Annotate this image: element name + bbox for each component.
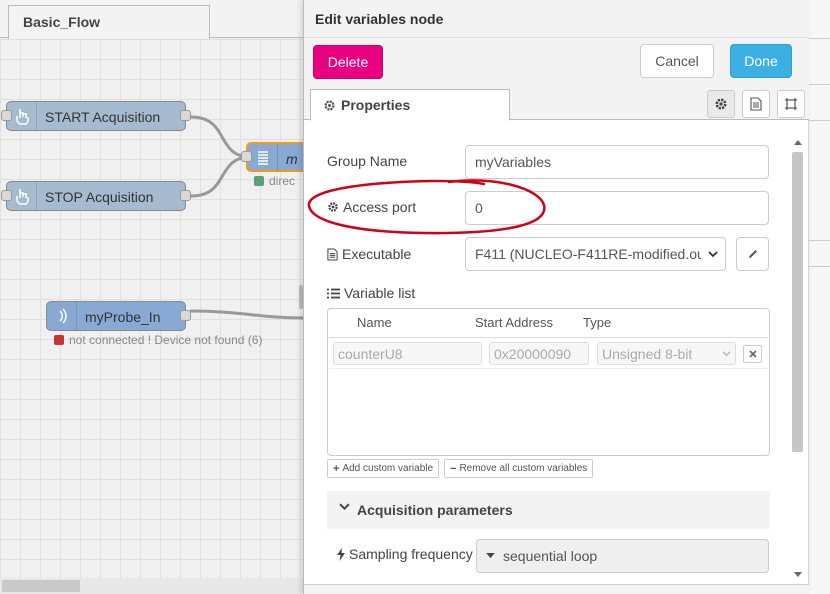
stop-node-label: STOP Acquisition (45, 189, 154, 205)
chevron-down-icon (708, 251, 718, 258)
variables-status-text: direc (269, 174, 296, 188)
group-name-label-text: Group Name (327, 153, 408, 169)
cancel-button[interactable]: Cancel (640, 44, 714, 78)
tab-basic-flow[interactable]: Basic_Flow (8, 5, 210, 39)
start-node-output-port[interactable] (180, 110, 191, 121)
start-node-input-port[interactable] (1, 110, 12, 121)
probe-node-label: myProbe_In (85, 309, 161, 325)
sampling-frequency-label-text: Sampling frequency (349, 546, 473, 562)
probe-status-dot (54, 335, 64, 345)
probe-status-text: not connected ! Device not found (6) (69, 333, 263, 347)
variable-name-input[interactable]: counterU8 (333, 342, 482, 365)
stop-node-output-port[interactable] (180, 190, 191, 201)
column-header-start-address: Start Address (475, 315, 554, 330)
variable-list-label: Variable list (327, 285, 415, 301)
sampling-frequency-select[interactable]: sequential loop (476, 539, 769, 573)
vertical-scroll-thumb[interactable] (792, 152, 803, 452)
variable-list-label-text: Variable list (344, 285, 416, 301)
executable-select[interactable]: F411 (NUCLEO-F411RE-modified.out) (465, 237, 726, 271)
tab-properties[interactable]: Properties (310, 89, 510, 121)
column-header-type: Type (583, 315, 612, 330)
divider (809, 240, 830, 241)
variable-type-value: Unsigned 8-bit (602, 345, 693, 362)
settings-tab-button[interactable] (707, 90, 735, 118)
gear-icon (715, 98, 727, 110)
tab-label: Basic_Flow (23, 14, 101, 30)
description-tab-button[interactable] (742, 90, 770, 118)
chevron-down-icon (722, 351, 731, 357)
minus-icon: − (450, 462, 457, 475)
bolt-icon (337, 547, 345, 561)
executable-label-text: Executable (342, 246, 412, 262)
executable-select-value: F411 (NUCLEO-F411RE-modified.out) (475, 246, 701, 262)
list-icon (248, 144, 278, 172)
scroll-down-icon[interactable] (794, 572, 802, 577)
close-icon (748, 350, 757, 358)
start-node-label: START Acquisition (45, 109, 161, 125)
editor-header: Edit variables node (304, 0, 809, 38)
list-icon (327, 288, 340, 298)
stop-acquisition-node[interactable]: STOP Acquisition (6, 181, 186, 211)
add-custom-variable-label: Add custom variable (342, 463, 434, 474)
divider (809, 38, 830, 39)
column-header-name: Name (357, 315, 392, 330)
appearance-tab-button[interactable] (777, 90, 805, 118)
wire-probe (189, 309, 305, 320)
start-acquisition-node[interactable]: START Acquisition (6, 101, 186, 131)
remove-all-custom-variables-label: Remove all custom variables (459, 463, 588, 474)
probe-node-output-port[interactable] (180, 310, 191, 321)
editor-footer (304, 584, 809, 594)
file-text-icon (327, 247, 338, 261)
sampling-frequency-label: Sampling frequency (337, 546, 473, 562)
variables-node-label: m (286, 151, 298, 167)
divider (809, 84, 830, 85)
edit-node-tray: Edit variables node Delete Cancel Done P… (303, 0, 809, 594)
properties-tab-label: Properties (341, 97, 411, 113)
frame-icon (785, 98, 797, 110)
stop-node-input-port[interactable] (1, 190, 12, 201)
variable-list-table: Name Start Address Type counterU8 0x2000… (327, 308, 770, 456)
acquisition-parameters-title: Acquisition parameters (357, 502, 513, 518)
wire-stop (190, 155, 252, 198)
horizontal-scroll-thumb[interactable] (2, 580, 80, 592)
variable-address-input[interactable]: 0x20000090 (489, 342, 589, 365)
chevron-down-icon (339, 503, 350, 511)
variable-type-select[interactable]: Unsigned 8-bit (597, 342, 736, 365)
variables-status-dot (254, 176, 264, 186)
pencil-icon (748, 250, 757, 258)
divider (809, 120, 830, 121)
divider (809, 266, 830, 267)
remove-all-custom-variables-button[interactable]: − Remove all custom variables (444, 459, 594, 478)
plus-icon: + (333, 462, 340, 475)
delete-button[interactable]: Delete (313, 45, 383, 79)
gear-icon (324, 100, 335, 111)
executable-label: Executable (327, 246, 411, 262)
remove-row-button[interactable] (743, 345, 762, 363)
add-custom-variable-button[interactable]: + Add custom variable (327, 459, 440, 478)
done-button[interactable]: Done (730, 44, 792, 78)
edit-executable-button[interactable] (736, 237, 769, 271)
annotation-circle (307, 179, 546, 235)
sidebar-edge (808, 0, 830, 594)
variables-node-input-port[interactable] (241, 151, 252, 162)
caret-down-icon (486, 553, 495, 559)
signal-icon (47, 302, 77, 330)
scroll-up-icon[interactable] (794, 140, 802, 145)
sampling-frequency-value: sequential loop (503, 548, 598, 564)
file-text-icon (750, 97, 762, 111)
group-name-label: Group Name (327, 153, 407, 169)
probe-in-node[interactable]: myProbe_In (46, 301, 186, 331)
editor-title: Edit variables node (315, 11, 444, 27)
acquisition-parameters-section[interactable]: Acquisition parameters (327, 491, 770, 529)
table-row: counterU8 0x20000090 Unsigned 8-bit (329, 337, 768, 369)
